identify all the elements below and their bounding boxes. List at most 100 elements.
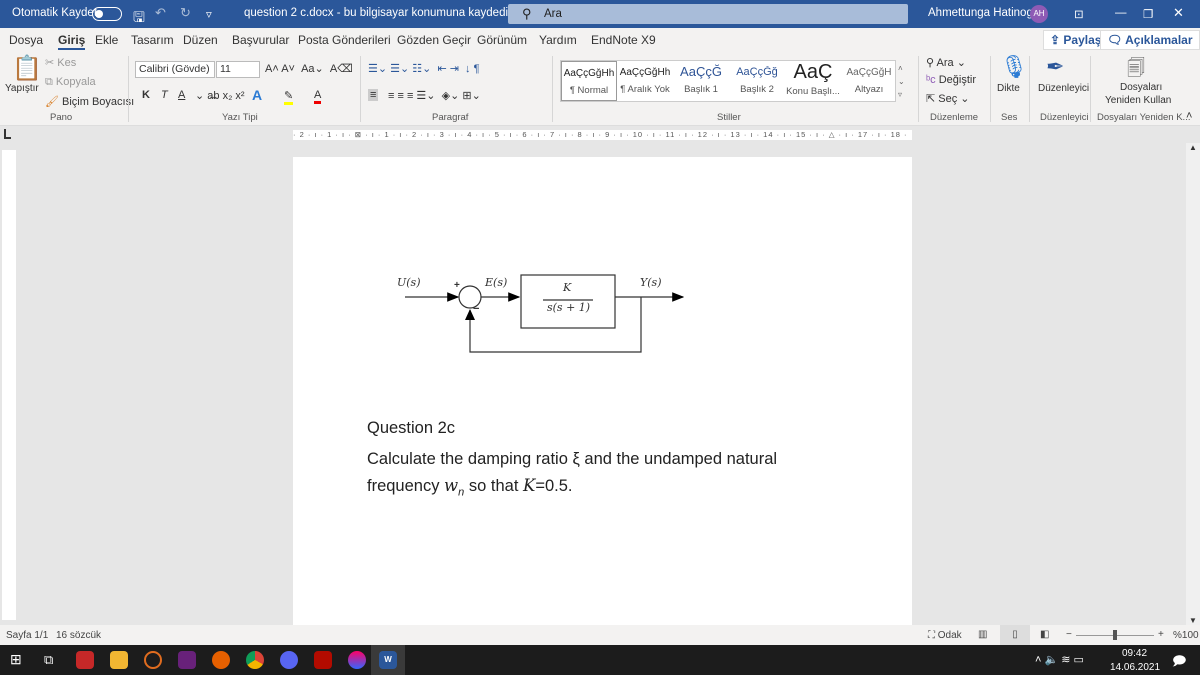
- print-layout-icon[interactable]: ▯: [1000, 625, 1030, 645]
- text: so that: [464, 477, 523, 495]
- share-button[interactable]: ⇪ Paylaş: [1043, 30, 1109, 50]
- replace-label: Değiştir: [938, 74, 977, 86]
- styles-scroll-icons[interactable]: ˄ ⌄ ▿: [898, 62, 905, 101]
- comments-button[interactable]: 🗨 Açıklamalar: [1100, 30, 1200, 50]
- notifications-icon[interactable]: 🗩: [1172, 652, 1186, 674]
- discord-icon[interactable]: [280, 651, 298, 669]
- user-name[interactable]: Ahmettunga Hatinoglu: [928, 7, 1042, 19]
- paste-icon[interactable]: 📋: [12, 54, 42, 83]
- tab-references[interactable]: Başvurular: [232, 33, 289, 47]
- scroll-down-icon[interactable]: ▼: [1189, 616, 1197, 625]
- search-box[interactable]: ⚲ Ara: [508, 4, 908, 24]
- font-size-select[interactable]: 11: [216, 61, 260, 78]
- dictate-button[interactable]: Dikte: [997, 83, 1020, 94]
- firefox-icon[interactable]: [212, 651, 230, 669]
- select-button[interactable]: ⇱ Seç ⌄: [926, 92, 970, 105]
- tab-home[interactable]: Giriş: [58, 33, 86, 50]
- tab-help[interactable]: Yardım: [539, 33, 577, 47]
- highlight-icon[interactable]: ✎: [284, 89, 294, 105]
- group-paragraph: Paragraf: [432, 112, 469, 123]
- editor-button[interactable]: Düzenleyici: [1038, 83, 1089, 94]
- zoom-in-icon[interactable]: +: [1158, 629, 1164, 640]
- read-mode-icon[interactable]: ▥: [978, 629, 987, 640]
- bold-button[interactable]: K: [142, 89, 150, 101]
- system-tray-icons[interactable]: ˄ 🔈 ≋ ▭: [1035, 653, 1084, 666]
- close-icon[interactable]: ✕: [1173, 5, 1184, 21]
- style-subtitle[interactable]: AaÇçĞğH Altyazı: [841, 61, 897, 101]
- replace-button[interactable]: ᵇc Değiştir: [926, 74, 976, 86]
- ribbon-display-icon[interactable]: ⊡: [1074, 7, 1084, 21]
- tab-review[interactable]: Gözden Geçir: [397, 33, 471, 47]
- web-layout-icon[interactable]: ◧: [1040, 629, 1049, 640]
- find-button[interactable]: ⚲ Ara ⌄: [926, 56, 966, 69]
- style-no-spacing[interactable]: AaÇçĞğHh ¶ Aralık Yok: [617, 61, 673, 101]
- gift-app-icon[interactable]: [76, 651, 94, 669]
- zoom-slider-thumb[interactable]: [1113, 630, 1117, 640]
- tab-design[interactable]: Tasarım: [131, 33, 174, 47]
- zoom-out-icon[interactable]: −: [1066, 629, 1072, 640]
- format-painter-button[interactable]: 🖌 Biçim Boyacısı: [45, 95, 134, 108]
- chrome-icon[interactable]: [246, 651, 264, 669]
- italic-button[interactable]: T: [161, 89, 168, 101]
- file-explorer-icon[interactable]: [110, 651, 128, 669]
- clock-date[interactable]: 14.06.2021: [1110, 662, 1160, 673]
- avatar[interactable]: AH: [1030, 5, 1048, 23]
- vertical-scrollbar[interactable]: ▲ ▼: [1186, 143, 1200, 625]
- paste-button[interactable]: Yapıştır: [5, 83, 39, 94]
- font-color-icon[interactable]: A: [314, 89, 322, 104]
- style-title[interactable]: AaÇ Konu Başlı...: [785, 61, 841, 101]
- font-grow-shrink-icons[interactable]: A˄ A˅ Aa⌄ A⌫: [265, 62, 353, 75]
- style-normal[interactable]: AaÇçĞğHh ¶ Normal: [561, 61, 617, 101]
- editor-pen-icon[interactable]: ✒: [1046, 54, 1064, 80]
- font-name-select[interactable]: Calibri (Gövde): [135, 61, 215, 78]
- restore-icon[interactable]: ❐: [1143, 7, 1153, 21]
- windows-start-icon[interactable]: ⊞: [10, 651, 22, 668]
- vertical-ruler[interactable]: [2, 150, 16, 620]
- style-heading-2[interactable]: AaÇçĞğ Başlık 2: [729, 61, 785, 101]
- comments-label: Açıklamalar: [1125, 33, 1193, 47]
- redo-icon[interactable]: ↻: [180, 5, 191, 21]
- text: frequency: [367, 477, 445, 495]
- title-bar: Otomatik Kaydet 🖫 ↶ ↻ ▿ question 2 c.doc…: [0, 0, 1200, 28]
- horizontal-ruler[interactable]: · 2 · ı · 1 · ı · ⊠ · ı · 1 · ı · 2 · ı …: [293, 130, 912, 140]
- zoom-level[interactable]: %100: [1173, 630, 1199, 641]
- alignment-icons[interactable]: ≡ ≡ ≡ ☰⌄ ◈⌄ ⊞⌄: [388, 89, 481, 102]
- text-effects-icon[interactable]: A: [252, 87, 262, 103]
- cut-button[interactable]: ✂ Kes: [45, 56, 76, 69]
- collapse-ribbon-icon[interactable]: ˄: [1186, 110, 1192, 122]
- tab-view[interactable]: Görünüm: [477, 33, 527, 47]
- customize-qat-icon[interactable]: ▿: [206, 7, 212, 21]
- strikethrough-sub-super-icons[interactable]: ⌄ a̶b x₂ x²: [195, 89, 245, 102]
- document-title[interactable]: question 2 c.docx - bu bilgisayar konumu…: [244, 7, 520, 19]
- tab-mailings[interactable]: Posta Gönderileri: [298, 33, 391, 47]
- microphone-icon[interactable]: 🎙: [1000, 54, 1028, 80]
- word-count[interactable]: 16 sözcük: [56, 630, 101, 641]
- focus-button[interactable]: ⛶ Odak: [928, 630, 962, 641]
- align-left-icon[interactable]: ≡: [368, 89, 379, 101]
- acrobat-icon[interactable]: [314, 651, 332, 669]
- tab-endnote[interactable]: EndNote X9: [591, 33, 656, 47]
- tab-insert[interactable]: Ekle: [95, 33, 118, 47]
- underline-button[interactable]: A: [178, 89, 185, 101]
- copy-button[interactable]: ⧉ Kopyala: [45, 76, 96, 89]
- cut-label: Kes: [57, 57, 77, 69]
- paint-app-icon[interactable]: [348, 651, 366, 669]
- ribbon: 📋 Yapıştır ✂ Kes ⧉ Kopyala 🖌 Biçim Boyac…: [0, 52, 1200, 126]
- visual-studio-icon[interactable]: [178, 651, 196, 669]
- jupyter-icon[interactable]: [144, 651, 162, 669]
- task-view-icon[interactable]: ⧉: [44, 652, 53, 668]
- document-page[interactable]: U(s) + − E(s) K s(s + 1) Y(s) Question 2…: [293, 157, 912, 627]
- word-taskbar-button[interactable]: W: [371, 645, 405, 675]
- tab-selector-icon[interactable]: [4, 129, 11, 139]
- clock-time[interactable]: 09:42: [1122, 648, 1147, 659]
- tab-layout[interactable]: Düzen: [183, 33, 218, 47]
- tab-file[interactable]: Dosya: [9, 33, 43, 47]
- page-count[interactable]: Sayfa 1/1: [6, 630, 48, 641]
- minimize-icon[interactable]: —: [1115, 7, 1127, 19]
- undo-icon[interactable]: ↶: [155, 5, 166, 21]
- autosave-toggle[interactable]: [92, 7, 122, 21]
- list-icons[interactable]: ☰⌄ ☰⌄ ☷⌄ ⇤ ⇥ ↓ ¶: [368, 62, 480, 75]
- scroll-up-icon[interactable]: ▲: [1189, 143, 1197, 152]
- style-heading-1[interactable]: AaÇçĞ Başlık 1: [673, 61, 729, 101]
- reuse-files-button[interactable]: Dosyaları: [1120, 82, 1162, 93]
